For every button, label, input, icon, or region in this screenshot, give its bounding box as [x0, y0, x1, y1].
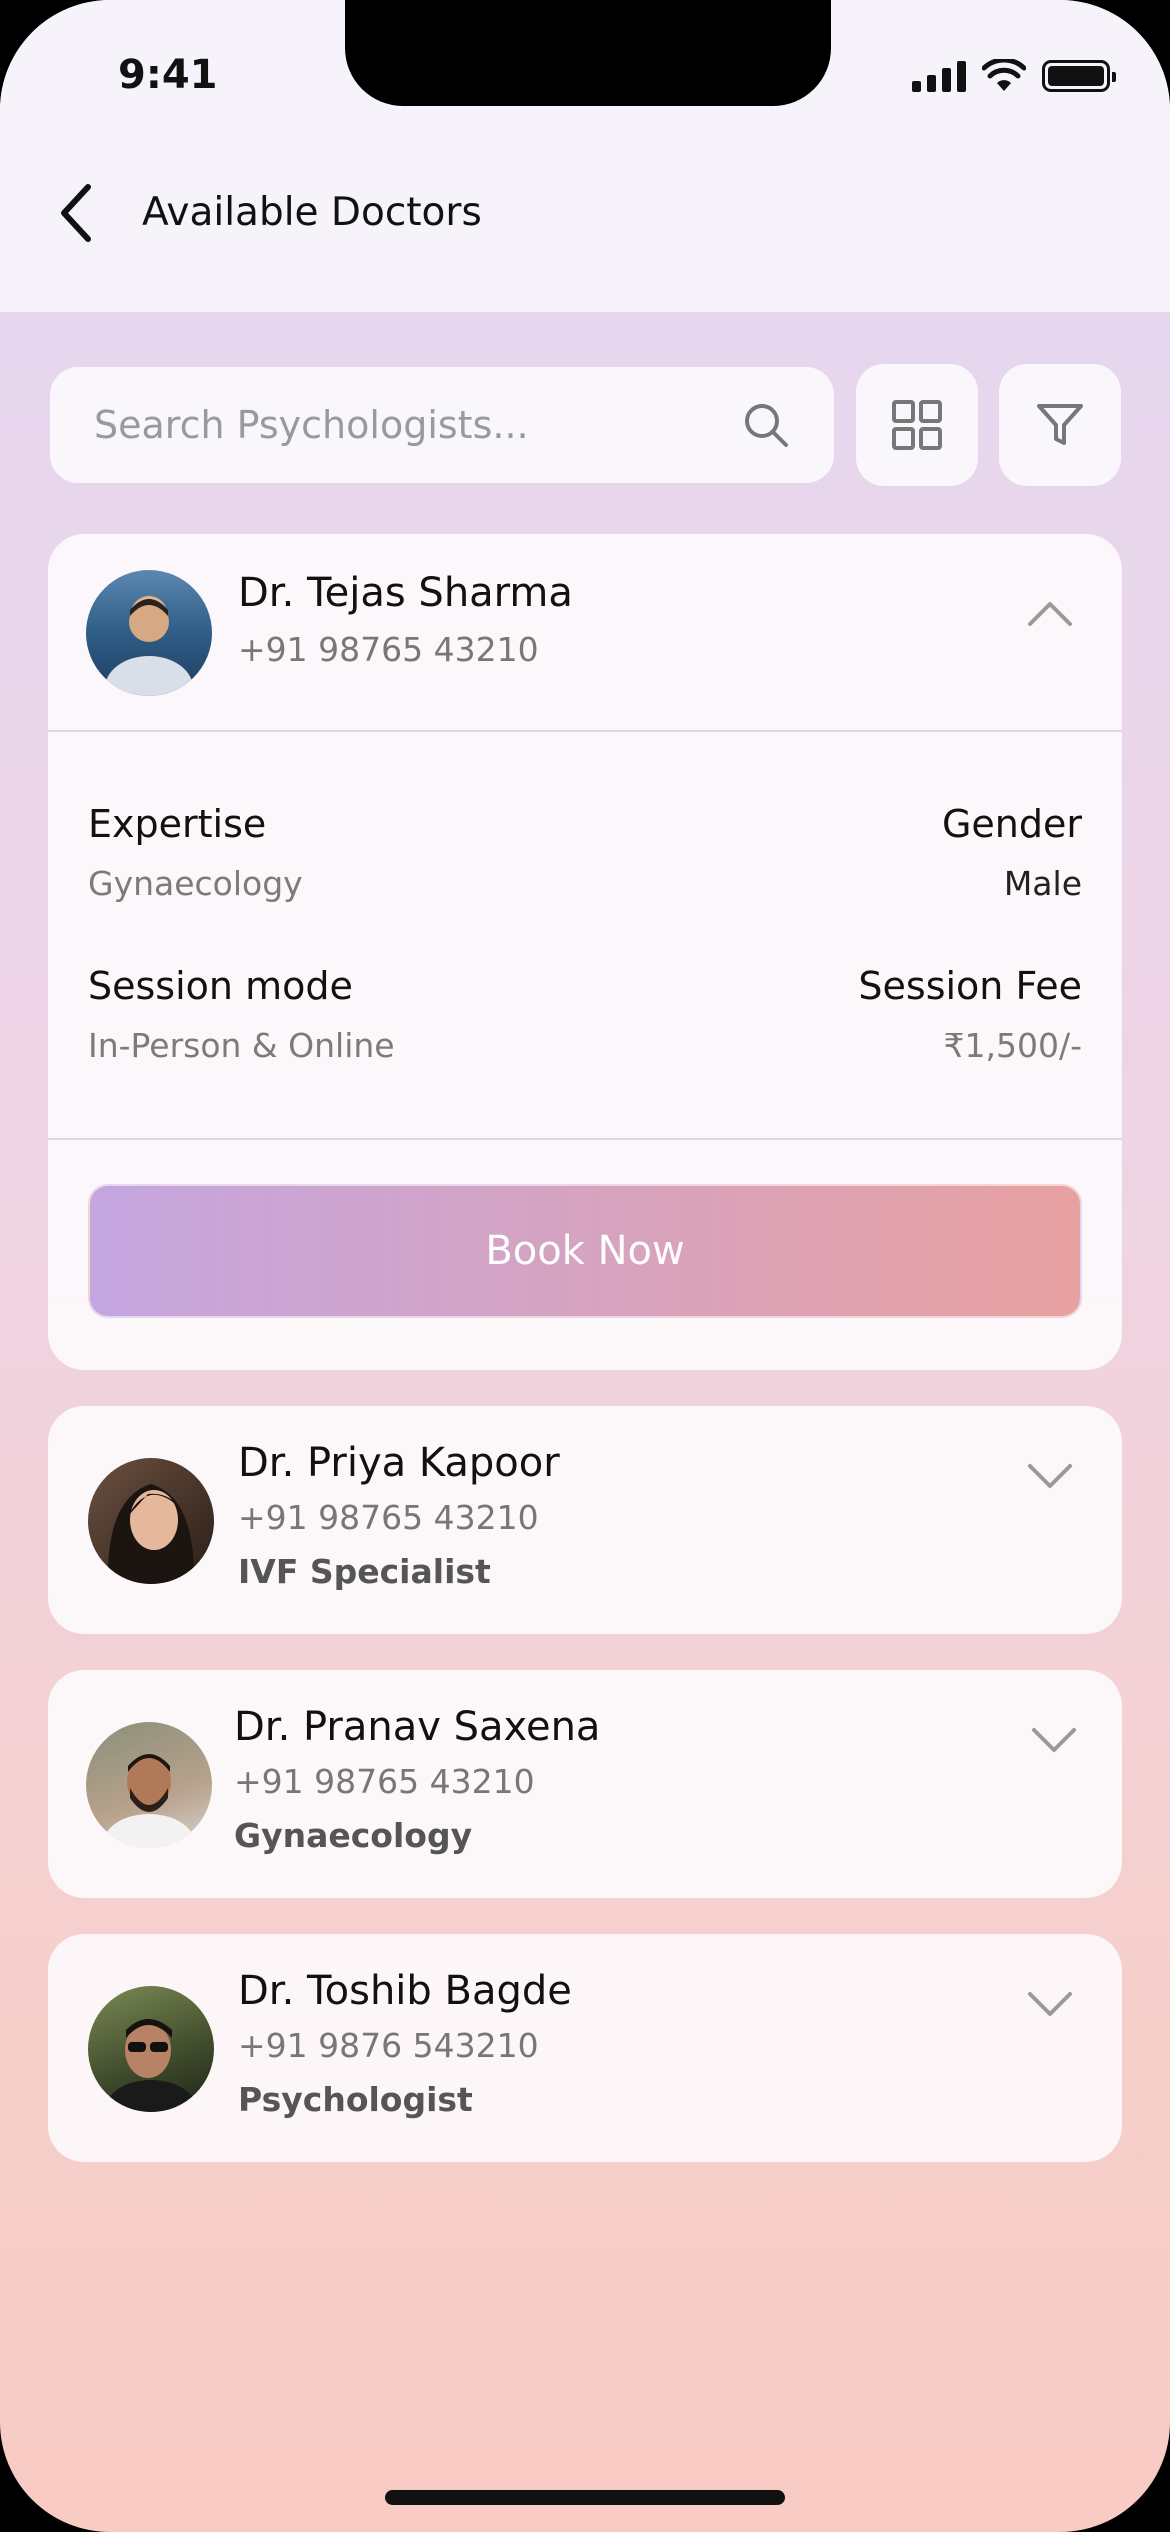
- app-screen: 9:41 Available Doctors Search Psychologi…: [0, 0, 1170, 2532]
- filter-button[interactable]: [999, 364, 1121, 486]
- avatar: [86, 1722, 212, 1848]
- back-button[interactable]: [58, 178, 108, 248]
- chevron-up-icon[interactable]: [1026, 596, 1074, 628]
- chevron-down-icon[interactable]: [1026, 1460, 1074, 1492]
- chevron-left-icon: [61, 184, 91, 242]
- avatar: [88, 1986, 214, 2112]
- gender-label: Gender: [941, 802, 1082, 846]
- avatar: [88, 1458, 214, 1584]
- battery-icon: [1042, 60, 1116, 92]
- wifi-icon: [982, 59, 1026, 91]
- doctor-phone: +91 98765 43210: [238, 630, 539, 669]
- doctor-name: Dr. Priya Kapoor: [238, 1440, 560, 1486]
- session-fee-value: ₹1,500/-: [943, 1026, 1083, 1065]
- doctor-card[interactable]: Dr. Pranav Saxena +91 98765 43210 Gynaec…: [48, 1670, 1122, 1898]
- device-notch: [345, 0, 831, 106]
- avatar: [86, 570, 212, 696]
- doctor-card[interactable]: Dr. Priya Kapoor +91 98765 43210 IVF Spe…: [48, 1406, 1122, 1634]
- doctor-phone: +91 98765 43210: [234, 1762, 535, 1801]
- filter-icon: [1037, 404, 1083, 445]
- divider: [48, 730, 1122, 732]
- doctor-specialty: Gynaecology: [234, 1816, 473, 1855]
- doctor-name: Dr. Toshib Bagde: [238, 1968, 572, 2014]
- doctor-card[interactable]: Dr. Toshib Bagde +91 9876 543210 Psychol…: [48, 1934, 1122, 2162]
- expertise-value: Gynaecology: [88, 864, 303, 903]
- grid-view-button[interactable]: [856, 364, 978, 486]
- home-indicator[interactable]: [385, 2490, 785, 2505]
- doctor-specialty: IVF Specialist: [238, 1552, 491, 1591]
- search-icon[interactable]: [742, 401, 790, 449]
- grid-icon: [892, 400, 942, 450]
- chevron-down-icon[interactable]: [1030, 1724, 1078, 1756]
- gender-value: Male: [1003, 864, 1082, 903]
- doctor-phone: +91 98765 43210: [238, 1498, 539, 1537]
- session-fee-label: Session Fee: [858, 964, 1082, 1008]
- book-now-button[interactable]: Book Now: [88, 1184, 1082, 1318]
- person-silhouette-icon: [107, 1484, 195, 1584]
- search-input[interactable]: [94, 403, 742, 447]
- status-time: 9:41: [118, 52, 218, 98]
- session-mode-value: In-Person & Online: [88, 1026, 395, 1065]
- page-title: Available Doctors: [142, 190, 482, 235]
- person-silhouette-icon: [105, 599, 193, 696]
- person-silhouette-icon: [103, 1754, 195, 1848]
- cellular-signal-icon: [912, 60, 966, 92]
- expertise-label: Expertise: [88, 802, 267, 846]
- person-silhouette-icon: [105, 2019, 197, 2112]
- status-icons: [912, 56, 1116, 96]
- chevron-down-icon[interactable]: [1026, 1988, 1074, 2020]
- doctor-specialty: Psychologist: [238, 2080, 473, 2119]
- doctor-phone: +91 9876 543210: [238, 2026, 539, 2065]
- divider: [48, 1138, 1122, 1140]
- search-bar[interactable]: [50, 367, 834, 483]
- doctor-name: Dr. Pranav Saxena: [234, 1704, 601, 1750]
- session-mode-label: Session mode: [88, 964, 353, 1008]
- doctor-card-expanded[interactable]: Dr. Tejas Sharma +91 98765 43210 Experti…: [48, 534, 1122, 1370]
- doctor-name: Dr. Tejas Sharma: [238, 570, 573, 616]
